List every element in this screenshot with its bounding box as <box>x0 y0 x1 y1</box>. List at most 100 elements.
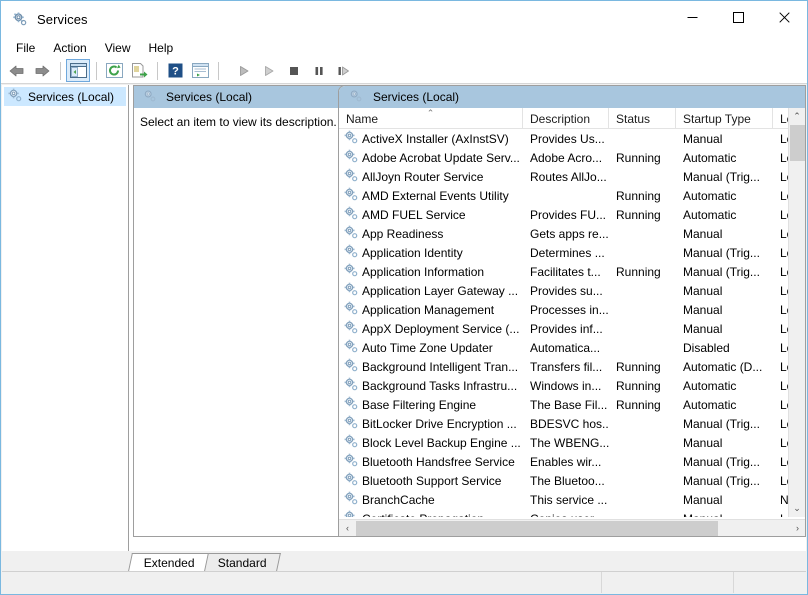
service-name-cell: App Readiness <box>339 224 523 243</box>
service-gear-icon <box>343 167 362 186</box>
menu-help[interactable]: Help <box>140 38 183 58</box>
horizontal-scrollbar[interactable]: ‹ › <box>339 519 805 537</box>
services-list-rows: ActiveX Installer (AxInstSV) Provides Us.… <box>339 129 805 518</box>
table-row[interactable]: AMD External Events Utility Running Automa… <box>339 186 805 205</box>
table-row[interactable]: Bluetooth Handsfree Service Enables wir..… <box>339 452 805 471</box>
service-startup-type-cell: Disabled <box>683 340 730 355</box>
horizontal-scroll-track[interactable] <box>356 520 789 537</box>
service-status-cell: Running <box>616 188 661 203</box>
scroll-left-icon[interactable]: ‹ <box>339 520 356 537</box>
close-button[interactable] <box>761 1 807 33</box>
table-row[interactable]: Certificate Propagation Copies user ... Ma… <box>339 509 805 518</box>
service-name-label: BranchCache <box>362 492 435 507</box>
scroll-right-icon[interactable]: › <box>789 520 805 537</box>
table-row[interactable]: App ReadinessGets apps re...ManualLoc <box>339 224 805 243</box>
service-name-label: Adobe Acrobat Update Serv... <box>362 150 520 165</box>
forward-button[interactable] <box>30 59 54 82</box>
table-row[interactable]: ActiveX Installer (AxInstSV) Provides Us.… <box>339 129 805 148</box>
table-row[interactable]: AllJoyn Router Service Routes AllJo... Man… <box>339 167 805 186</box>
description-panel-text: Select an item to view its description. <box>140 115 337 129</box>
console-tree-pane: Services (Local) <box>2 85 129 551</box>
service-description-cell: Enables wir... <box>530 454 602 469</box>
services-gear-icon <box>11 10 29 28</box>
service-status-cell: Running <box>616 397 661 412</box>
service-description-cell: This service ... <box>530 492 608 507</box>
table-row[interactable]: BranchCacheThis service ...ManualNet <box>339 490 805 509</box>
tab-extended[interactable]: Extended <box>128 553 209 571</box>
table-row[interactable]: AppX Deployment Service (... Provides inf… <box>339 319 805 338</box>
scroll-up-icon[interactable]: ⌃ <box>789 108 805 125</box>
menu-action[interactable]: Action <box>44 38 95 58</box>
menu-view[interactable]: View <box>96 38 140 58</box>
service-name-cell: Background Intelligent Tran... <box>339 357 523 376</box>
resume-service-button[interactable] <box>332 59 356 82</box>
column-header-status[interactable]: Status <box>609 108 676 129</box>
column-header-description[interactable]: Description <box>523 108 609 129</box>
service-startup-type-cell: Manual <box>683 435 723 450</box>
table-row[interactable]: Auto Time Zone Updater Automatica... Disab… <box>339 338 805 357</box>
vertical-scroll-thumb[interactable] <box>790 125 805 161</box>
start-service-button[interactable] <box>232 59 256 82</box>
service-description-cell: Copies user ... <box>523 509 609 518</box>
status-pane-tertiary <box>734 572 806 593</box>
service-description-cell: Facilitates t... <box>530 264 601 279</box>
description-panel-header: Services (Local) <box>134 86 345 108</box>
service-startup-type-cell: Automatic <box>683 188 737 203</box>
window-controls <box>669 1 807 33</box>
service-gear-icon <box>343 452 362 471</box>
table-row[interactable]: Application Identity Determines ... Manual… <box>339 243 805 262</box>
table-row[interactable]: Base Filtering Engine The Base Fil... Runn… <box>339 395 805 414</box>
pause-service-button[interactable] <box>307 59 331 82</box>
service-startup-type-cell: Manual <box>683 492 723 507</box>
table-row[interactable]: Background Tasks Infrastru... Windows in.… <box>339 376 805 395</box>
table-row[interactable]: Application Management Processes in... Man… <box>339 300 805 319</box>
tab-standard[interactable]: Standard <box>201 553 281 571</box>
refresh-button[interactable] <box>102 59 126 82</box>
status-pane-secondary <box>602 572 734 593</box>
svg-text:?: ? <box>172 66 179 78</box>
properties-button[interactable] <box>188 59 212 82</box>
service-startup-type-cell: Manual (Trig... <box>683 245 760 260</box>
show-hide-tree-button[interactable] <box>66 59 90 82</box>
table-row[interactable]: BitLocker Drive Encryption ... BDESVC hos… <box>339 414 805 433</box>
services-gear-icon <box>348 88 363 106</box>
service-gear-icon <box>343 281 362 300</box>
service-name-label: Application Identity <box>362 245 463 260</box>
restart-service-button[interactable] <box>257 59 281 82</box>
service-description-cell: BDESVC hos... <box>530 416 609 431</box>
service-gear-icon <box>343 186 362 205</box>
vertical-scrollbar[interactable]: ⌃ ⌄ <box>788 108 805 517</box>
back-button[interactable] <box>5 59 29 82</box>
description-panel: Services (Local) Select an item to view … <box>133 85 346 537</box>
column-header-startup-type[interactable]: Startup Type <box>676 108 773 129</box>
table-row[interactable]: Background Intelligent Tran... Transfers … <box>339 357 805 376</box>
menu-file[interactable]: File <box>7 38 44 58</box>
scroll-down-icon[interactable]: ⌄ <box>789 500 805 517</box>
table-row[interactable]: Application Layer Gateway ... Provides su… <box>339 281 805 300</box>
stop-service-button[interactable] <box>282 59 306 82</box>
help-button[interactable]: ? <box>163 59 187 82</box>
services-list-panel: Services (Local) Name ⌃ Description Stat… <box>338 85 806 537</box>
column-header-name[interactable]: Name ⌃ <box>339 108 523 129</box>
service-startup-type-cell: Automatic (D... <box>683 359 763 374</box>
table-row[interactable]: Adobe Acrobat Update Serv... Adobe Acro..… <box>339 148 805 167</box>
table-row[interactable]: Application Information Facilitates t... R… <box>339 262 805 281</box>
maximize-button[interactable] <box>715 1 761 33</box>
service-status-cell <box>609 243 676 262</box>
service-description-cell: Provides Us... <box>530 131 605 146</box>
service-gear-icon <box>343 433 362 452</box>
service-gear-icon <box>343 414 362 433</box>
service-name-cell: Background Tasks Infrastru... <box>339 376 523 395</box>
services-gear-icon <box>142 88 157 106</box>
table-row[interactable]: Bluetooth Support Service The Bluetoo... M… <box>339 471 805 490</box>
export-list-button[interactable] <box>127 59 151 82</box>
service-name-cell: Application Information <box>339 262 523 281</box>
minimize-button[interactable] <box>669 1 715 33</box>
service-startup-type-cell: Manual (Trig... <box>683 416 760 431</box>
tree-item-services-local[interactable]: Services (Local) <box>4 87 126 106</box>
service-name-label: Application Information <box>362 264 485 279</box>
horizontal-scroll-thumb[interactable] <box>356 520 718 536</box>
table-row[interactable]: Block Level Backup Engine ... The WBENG..… <box>339 433 805 452</box>
table-row[interactable]: AMD FUEL Service Provides FU... Running Aut… <box>339 205 805 224</box>
service-name-label: Application Management <box>362 302 495 317</box>
